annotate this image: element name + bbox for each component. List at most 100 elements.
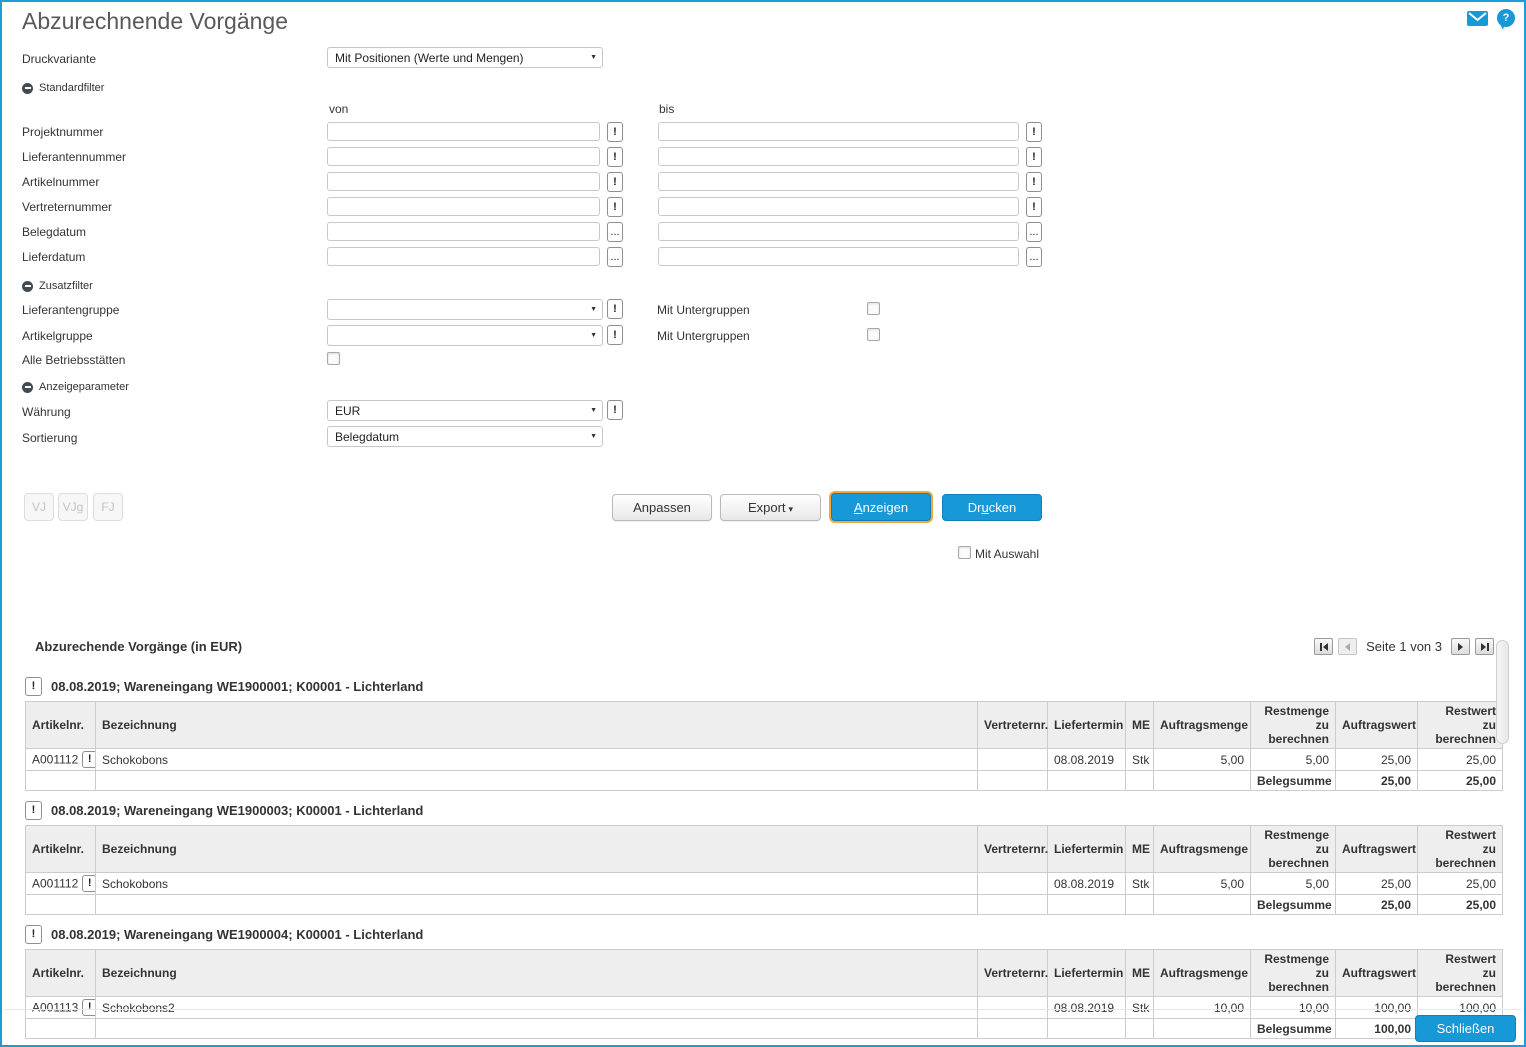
artikelnummer-von-lookup-button[interactable]: !	[607, 172, 623, 192]
waehrung-lookup-button[interactable]: !	[607, 400, 623, 420]
page-title: Abzurechnende Vorgänge	[22, 8, 288, 34]
column-header: Liefertermin	[1047, 949, 1126, 997]
belegdatum-bis-input[interactable]	[658, 222, 1019, 241]
lieferantennummer-label: Lieferantennummer	[22, 150, 127, 164]
restmenge-cell: 5,00	[1250, 748, 1336, 771]
artikel-info-button[interactable]: !	[82, 751, 95, 768]
column-header: Restmenge zu berechnen	[1250, 949, 1336, 997]
lieferantengruppe-lookup-button[interactable]: !	[607, 299, 623, 319]
fj-button[interactable]: FJ	[93, 493, 123, 521]
group-info-button[interactable]: !	[25, 925, 42, 944]
empty-cell	[1125, 894, 1154, 915]
anzeigen-button[interactable]: Anzeigen	[831, 493, 931, 521]
lieferdatum-von-date-button[interactable]: ...	[607, 247, 623, 267]
previous-page-icon	[1345, 642, 1351, 651]
vertreternummer-bis-lookup-button[interactable]: !	[1026, 197, 1042, 217]
mit-untergruppen-checkbox-2[interactable]	[867, 328, 880, 341]
projektnummer-bis-lookup-button[interactable]: !	[1026, 122, 1042, 142]
export-button[interactable]: Export ▾	[720, 494, 821, 521]
projektnummer-bis-input[interactable]	[658, 122, 1019, 141]
projektnummer-von-input[interactable]	[327, 122, 600, 141]
auftragsmenge-cell: 5,00	[1153, 748, 1251, 771]
anzeigeparameter-label: Anzeigeparameter	[39, 381, 129, 393]
lieferantennummer-bis-lookup-button[interactable]: !	[1026, 147, 1042, 167]
sum-restwert-cell: 25,00	[1417, 894, 1503, 915]
vertreternummer-von-lookup-button[interactable]: !	[607, 197, 623, 217]
vertreternr-cell	[977, 996, 1048, 1019]
artikelnummer-von-input[interactable]	[327, 172, 600, 191]
lieferdatum-von-input[interactable]	[327, 247, 600, 266]
belegdatum-bis-date-button[interactable]: ...	[1026, 222, 1042, 242]
zusatzfilter-toggle[interactable]: Zusatzfilter	[22, 280, 93, 292]
result-group: ! 08.08.2019; Wareneingang WE1900001; K00…	[25, 677, 1503, 791]
positions-table: Artikelnr. Bezeichnung Vertreternr. Liefert…	[25, 701, 1503, 791]
drucken-pre: Dr	[967, 500, 982, 515]
sum-label-cell: Belegsumme	[1250, 894, 1336, 915]
anpassen-button[interactable]: Anpassen	[612, 494, 712, 521]
vertical-scrollbar-thumb[interactable]	[1496, 640, 1509, 744]
mit-untergruppen-checkbox-1[interactable]	[867, 302, 880, 315]
drucken-post: cken	[988, 500, 1017, 515]
alle-betriebsstaetten-checkbox[interactable]	[327, 352, 340, 365]
group-header: ! 08.08.2019; Wareneingang WE1900004; K00…	[25, 925, 1502, 944]
drucken-button[interactable]: Drucken	[942, 494, 1042, 521]
standardfilter-toggle[interactable]: Standardfilter	[22, 82, 104, 94]
anzeigeparameter-toggle[interactable]: Anzeigeparameter	[22, 381, 129, 393]
result-group: ! 08.08.2019; Wareneingang WE1900003; K00…	[25, 801, 1503, 915]
druckvariante-value: Mit Positionen (Werte und Mengen)	[335, 50, 524, 65]
von-label: von	[329, 102, 349, 116]
lieferantennummer-von-input[interactable]	[327, 147, 600, 166]
lieferdatum-bis-date-button[interactable]: ...	[1026, 247, 1042, 267]
artikelgruppe-select[interactable]	[327, 325, 603, 346]
mail-icon[interactable]	[1467, 11, 1488, 26]
belegdatum-von-date-button[interactable]: ...	[607, 222, 623, 242]
waehrung-select[interactable]: EUR	[327, 400, 603, 421]
previous-page-button[interactable]	[1338, 638, 1358, 655]
lieferdatum-bis-input[interactable]	[658, 247, 1019, 266]
empty-cell	[25, 1018, 96, 1039]
sum-restwert-cell: 25,00	[1417, 770, 1503, 791]
mit-auswahl-checkbox[interactable]	[958, 546, 971, 559]
column-header: Restwert zu berechnen	[1417, 701, 1503, 749]
vertreternummer-von-input[interactable]	[327, 197, 600, 216]
belegdatum-label: Belegdatum	[22, 225, 87, 239]
restmenge-cell: 10,00	[1250, 996, 1336, 1019]
next-page-button[interactable]	[1451, 638, 1470, 655]
empty-cell	[977, 1018, 1048, 1039]
druckvariante-select[interactable]: Mit Positionen (Werte und Mengen)	[327, 47, 603, 68]
group-header-text: 08.08.2019; Wareneingang WE1900004; K000…	[51, 927, 424, 942]
projektnummer-label: Projektnummer	[22, 125, 104, 139]
artikelnummer-bis-input[interactable]	[658, 172, 1019, 191]
artikelgruppe-lookup-button[interactable]: !	[607, 325, 623, 345]
vertreternr-cell	[977, 872, 1048, 895]
empty-cell	[1125, 1018, 1154, 1039]
group-info-button[interactable]: !	[25, 677, 42, 696]
table-header-row: Artikelnr. Bezeichnung Vertreternr. Liefert…	[25, 949, 1503, 997]
first-page-button[interactable]	[1314, 638, 1334, 655]
page-indicator: Seite 1 von 3	[1366, 639, 1442, 654]
schliessen-button[interactable]: Schließen	[1415, 1015, 1516, 1042]
artikel-info-button[interactable]: !	[82, 999, 95, 1016]
result-group: ! 08.08.2019; Wareneingang WE1900004; K00…	[25, 925, 1503, 1039]
vj-button[interactable]: VJ	[24, 493, 54, 521]
lieferantengruppe-select[interactable]	[327, 299, 603, 320]
projektnummer-von-lookup-button[interactable]: !	[607, 122, 623, 142]
group-info-button[interactable]: !	[25, 801, 42, 820]
artikel-info-button[interactable]: !	[82, 875, 95, 892]
artikelnummer-bis-lookup-button[interactable]: !	[1026, 172, 1042, 192]
auftragswert-cell: 100,00	[1335, 996, 1418, 1019]
column-header: Vertreternr.	[977, 701, 1048, 749]
lieferantennummer-bis-input[interactable]	[658, 147, 1019, 166]
last-page-button[interactable]	[1475, 638, 1494, 655]
help-icon[interactable]: ?	[1497, 9, 1515, 27]
sum-row: Belegsumme100,00100,00	[25, 1018, 1503, 1039]
belegdatum-von-input[interactable]	[327, 222, 600, 241]
sortierung-select[interactable]: Belegdatum	[327, 426, 603, 447]
vertreternummer-bis-input[interactable]	[658, 197, 1019, 216]
vjg-button[interactable]: VJg	[58, 493, 88, 521]
artikelnr-value: A001112	[32, 876, 79, 891]
lieferantennummer-von-lookup-button[interactable]: !	[607, 147, 623, 167]
sortierung-value: Belegdatum	[335, 429, 400, 444]
empty-cell	[95, 770, 978, 791]
caret-down-icon: ▾	[788, 504, 794, 514]
